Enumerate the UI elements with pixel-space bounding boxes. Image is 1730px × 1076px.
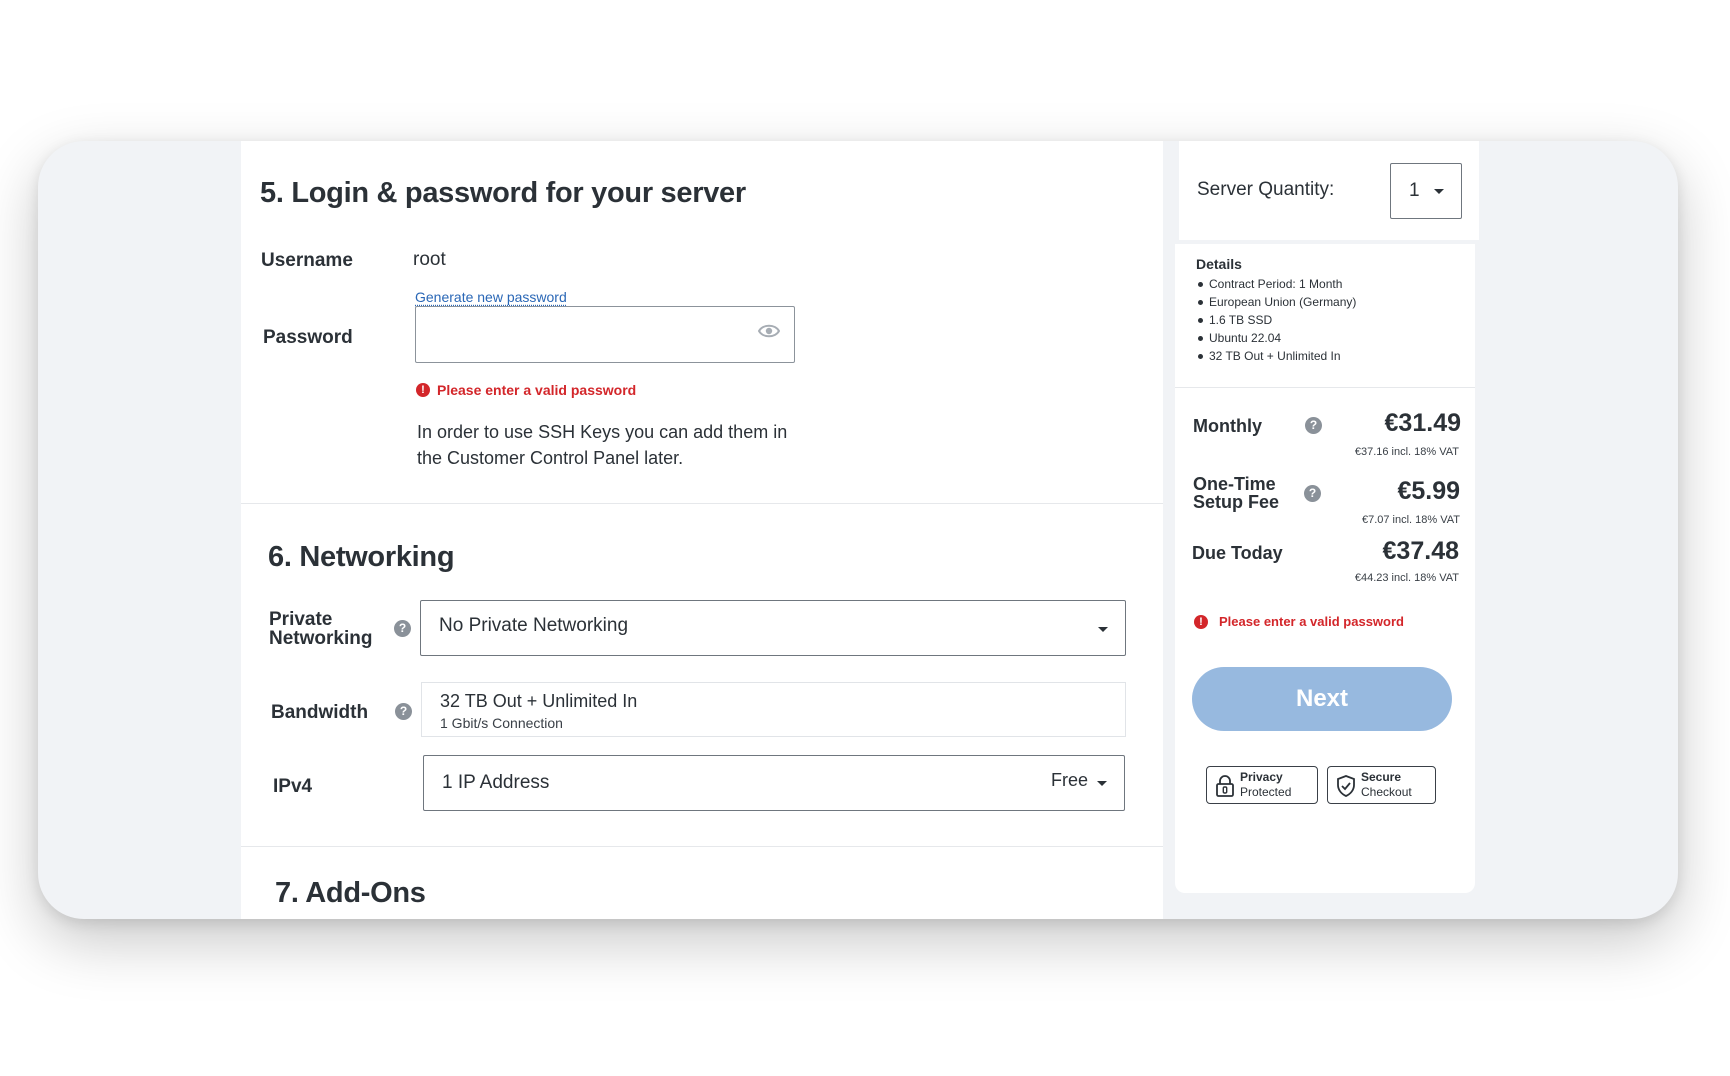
private-networking-help-icon[interactable]: ? — [394, 620, 411, 637]
bandwidth-value: 32 TB Out + Unlimited In — [440, 691, 638, 711]
server-quantity-value: 1 — [1409, 180, 1420, 201]
next-button[interactable]: Next — [1192, 667, 1452, 731]
list-item: Contract Period: 1 Month — [1196, 275, 1356, 293]
chevron-down-icon — [1097, 781, 1107, 786]
password-error: ! Please enter a valid password — [416, 382, 636, 398]
secure-checkout-badge: Secure Checkout — [1327, 766, 1436, 804]
privacy-protected-badge: Privacy Protected — [1206, 766, 1318, 804]
bandwidth-help-icon[interactable]: ? — [395, 703, 412, 720]
password-label: Password — [263, 327, 353, 348]
bandwidth-connection: 1 Gbit/s Connection — [440, 715, 563, 731]
setup-fee-vat: €7.07 incl. 18% VAT — [1361, 514, 1460, 526]
ssh-keys-note: In order to use SSH Keys you can add the… — [417, 422, 788, 468]
section-divider — [241, 503, 1163, 504]
username-label: Username — [261, 250, 353, 271]
summary-divider — [1175, 387, 1475, 388]
bandwidth-label: Bandwidth — [271, 702, 369, 723]
server-quantity-label: Server Quantity: — [1197, 179, 1335, 200]
privacy-badge-line-2: Protected — [1240, 785, 1292, 799]
ipv4-price: Free — [1050, 770, 1088, 790]
secure-badge-line-2: Checkout — [1361, 785, 1412, 799]
summary-error: ! Please enter a valid password — [1194, 614, 1404, 629]
secure-badge-line-1: Secure — [1361, 770, 1402, 784]
server-quantity-select[interactable]: 1 — [1390, 163, 1462, 219]
error-icon: ! — [1194, 614, 1208, 629]
setup-fee-help-icon[interactable]: ? — [1304, 485, 1321, 502]
summary-error-text: Please enter a valid password — [1219, 614, 1404, 629]
monthly-vat: €37.16 incl. 18% VAT — [1354, 446, 1459, 458]
due-today-label: Due Today — [1192, 543, 1283, 563]
setup-fee-label-2: Setup Fee — [1193, 492, 1280, 512]
private-networking-value: No Private Networking — [439, 615, 629, 636]
configuration-form: 5. Login & password for your server User… — [241, 141, 1163, 919]
due-today-price: €37.48 — [1382, 537, 1459, 565]
addons-section-title: 7. Add-Ons — [275, 877, 426, 909]
chevron-down-icon — [1434, 189, 1444, 194]
username-value: root — [413, 249, 446, 270]
list-item: Ubuntu 22.04 — [1196, 329, 1356, 347]
private-networking-label: Private Networking — [269, 609, 373, 649]
password-field[interactable] — [415, 306, 795, 363]
generate-password-link[interactable]: Generate new password — [415, 289, 567, 305]
list-item: 1.6 TB SSD — [1196, 311, 1356, 329]
password-error-text: Please enter a valid password — [437, 382, 637, 398]
eye-icon[interactable] — [758, 323, 780, 339]
privacy-badge-line-1: Privacy — [1240, 770, 1283, 784]
details-list: Contract Period: 1 Month European Union … — [1196, 275, 1356, 365]
section-divider — [241, 846, 1163, 847]
monthly-label: Monthly — [1193, 416, 1262, 436]
list-item: 32 TB Out + Unlimited In — [1196, 347, 1356, 365]
networking-section-title: 6. Networking — [268, 541, 455, 573]
shield-check-icon — [1337, 775, 1355, 797]
ipv4-select[interactable]: 1 IP Address Free — [423, 755, 1125, 811]
monthly-price: €31.49 — [1384, 409, 1461, 437]
page-card: 5. Login & password for your server User… — [38, 141, 1678, 919]
ipv4-value: 1 IP Address — [442, 772, 550, 793]
details-title: Details — [1196, 256, 1242, 272]
error-icon: ! — [416, 383, 430, 397]
due-today-vat: €44.23 incl. 18% VAT — [1354, 572, 1459, 584]
list-item: European Union (Germany) — [1196, 293, 1356, 311]
setup-fee-label-1: One-Time — [1193, 474, 1276, 494]
monthly-help-icon[interactable]: ? — [1305, 417, 1322, 434]
private-networking-select[interactable]: No Private Networking — [420, 600, 1126, 656]
lock-icon — [1216, 775, 1234, 797]
bandwidth-info: 32 TB Out + Unlimited In 1 Gbit/s Connec… — [421, 682, 1126, 737]
login-section-title: 5. Login & password for your server — [260, 177, 746, 209]
chevron-down-icon — [1098, 627, 1108, 632]
setup-fee-price: €5.99 — [1397, 477, 1460, 505]
ipv4-label: IPv4 — [273, 776, 313, 797]
